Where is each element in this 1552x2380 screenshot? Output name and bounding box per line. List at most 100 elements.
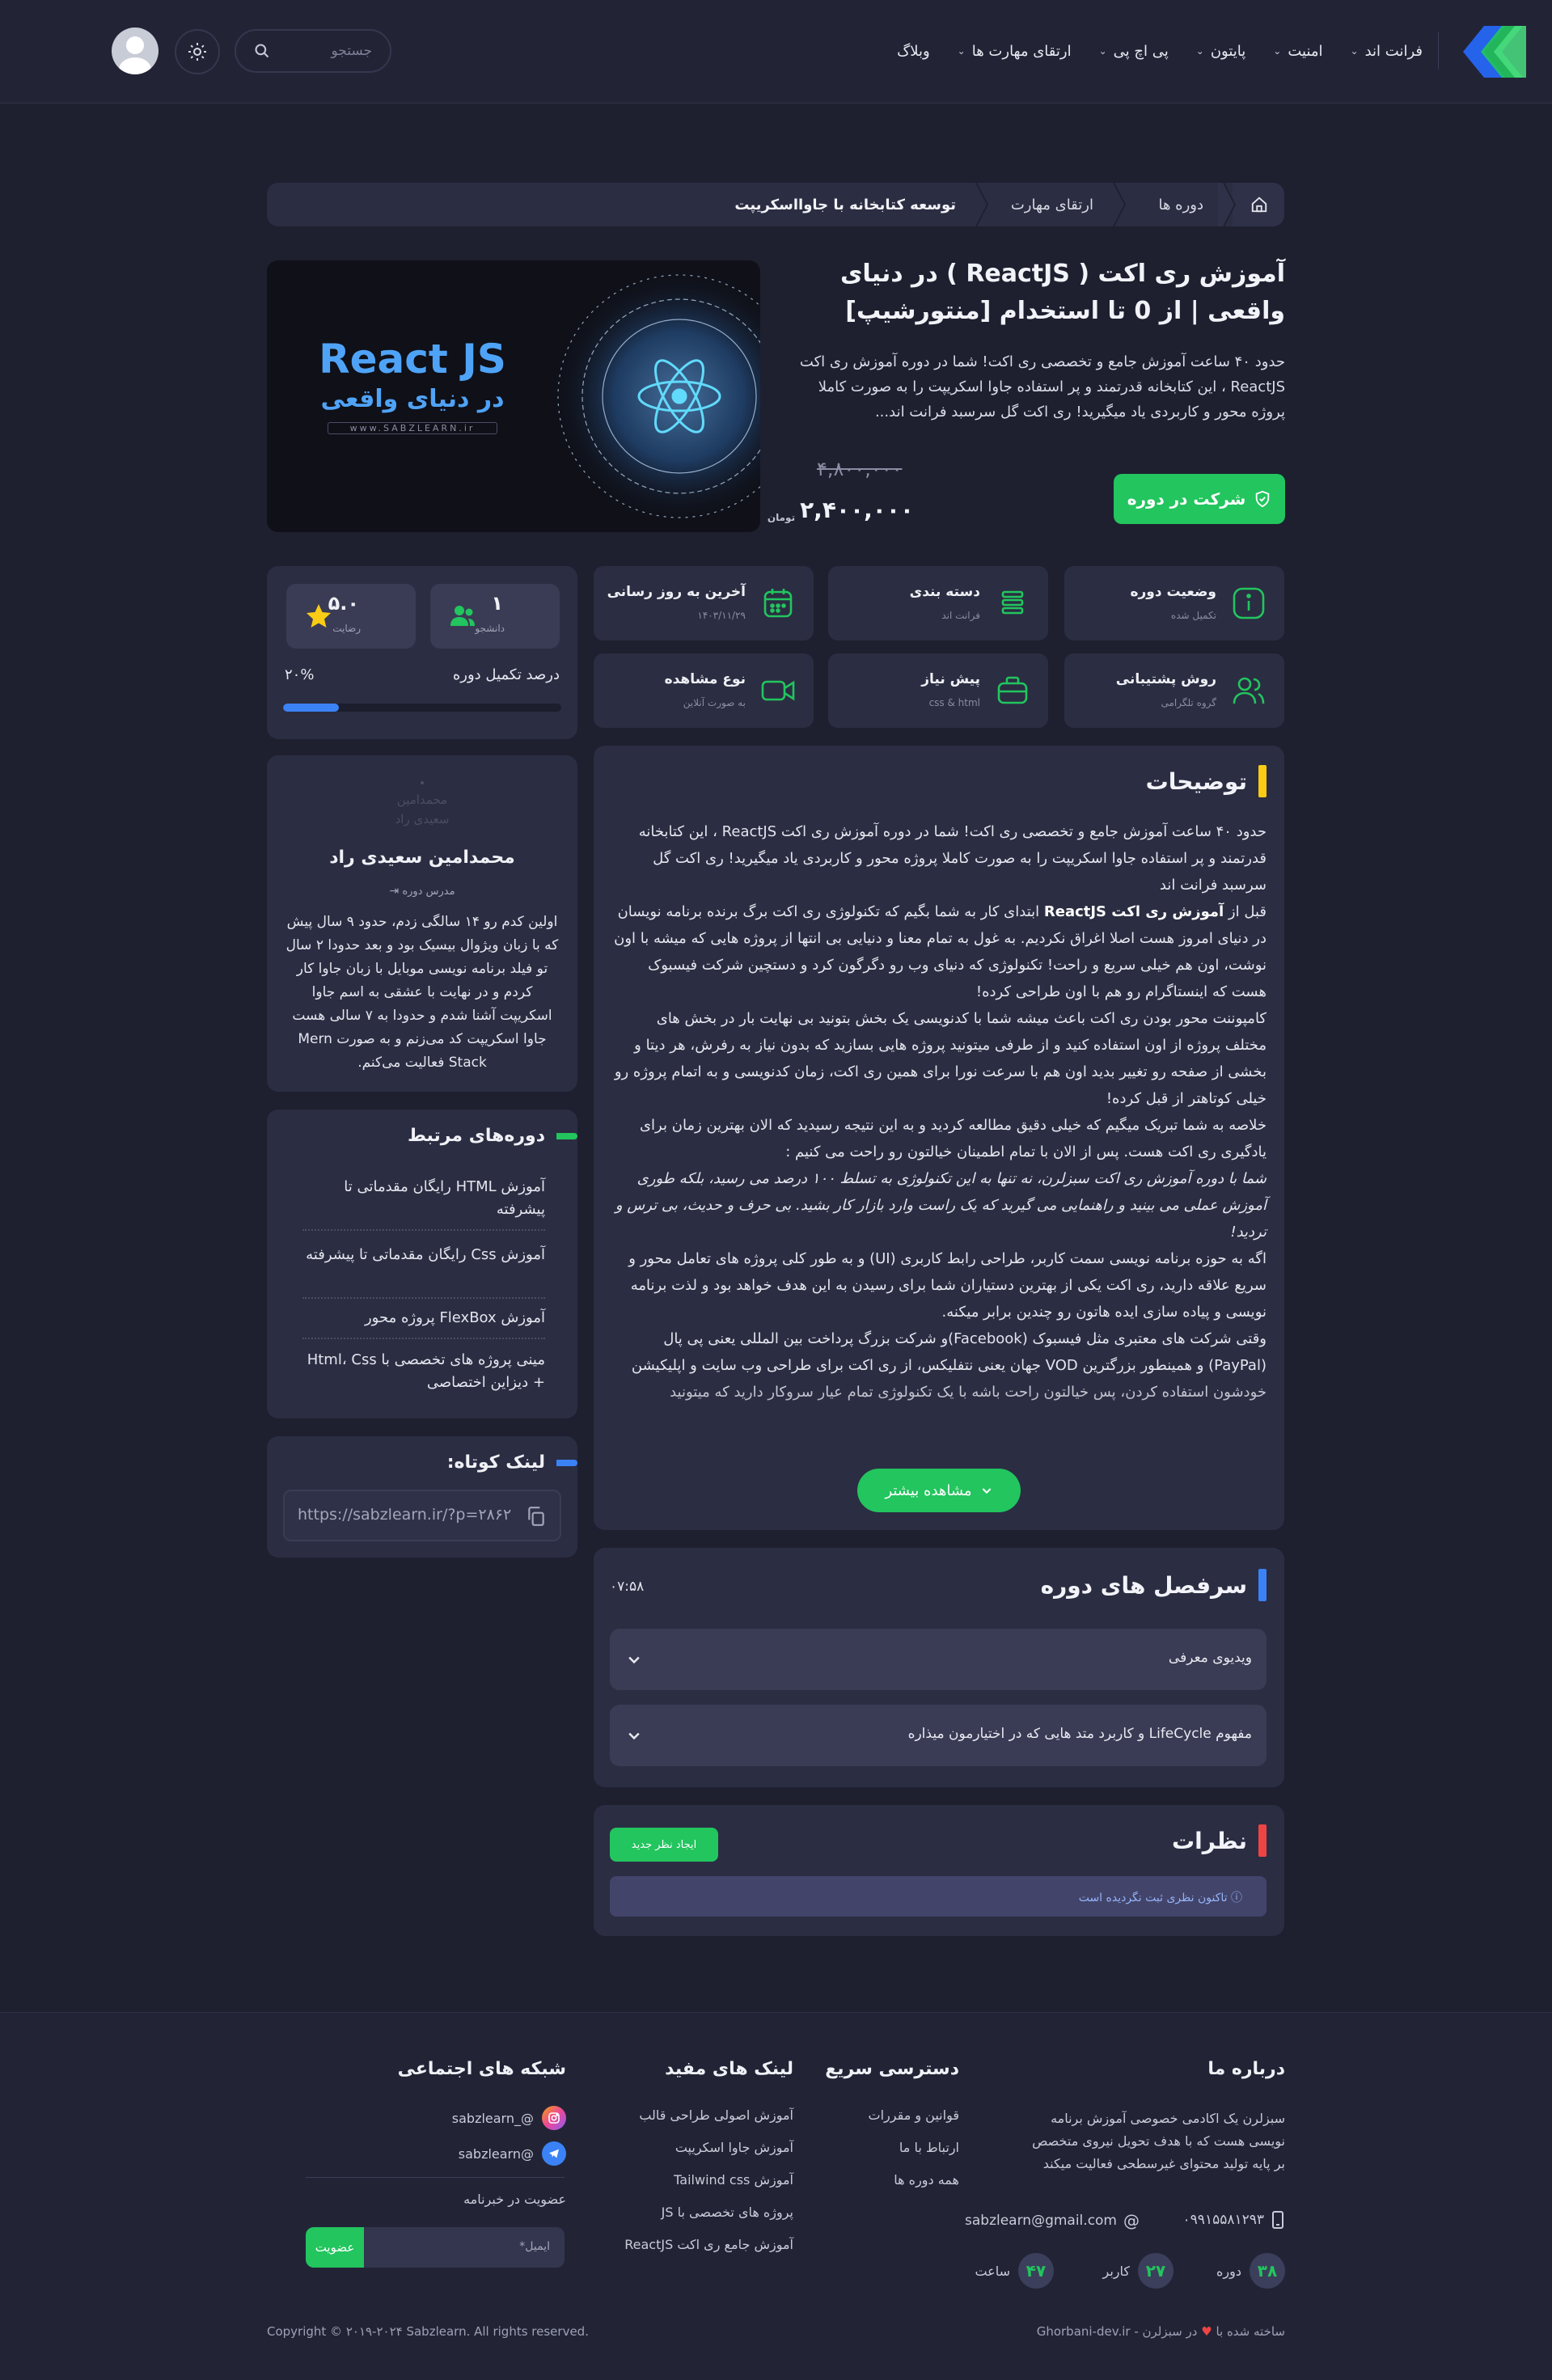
nav-label: امنیت <box>1288 42 1323 60</box>
newsletter-form: ایمیل* عضویت <box>306 2227 565 2268</box>
progress-bar-fill <box>283 704 339 712</box>
sabzlearn-logo[interactable] <box>1448 19 1537 84</box>
user-avatar[interactable] <box>112 27 159 74</box>
top-navbar: فرانت اند ⌄ امنیت ⌄ پایتون ⌄ پی اچ پی ⌄ ارتق… <box>0 0 1552 104</box>
nav-item-python[interactable]: پایتون ⌄ <box>1196 43 1246 60</box>
footer-phone-number: ۰۹۹۱۵۵۸۱۲۹۳ <box>1182 2212 1264 2228</box>
currency-label: تومان <box>767 512 796 523</box>
newsletter-subscribe-button[interactable]: عضویت <box>306 2227 364 2268</box>
new-price-value: ۲,۴۰۰,۰۰۰ <box>800 497 914 523</box>
footer-useful-title: لینک های مفید <box>665 2059 793 2079</box>
banner-url: www.SABZLEARN.ir <box>328 422 497 434</box>
description-title: توضیحات <box>1145 767 1247 795</box>
footer-link[interactable]: آموزش اصولی طراحی قالب <box>639 2107 793 2123</box>
new-comment-button[interactable]: ایجاد نظر جدید <box>610 1828 718 1862</box>
made-by-credit: ساخته شده با ♥ در سبزلرن - Ghorbani-dev.… <box>1037 2324 1285 2339</box>
chevron-down-icon <box>628 1732 640 1740</box>
related-courses-panel: دوره‌های مرتبط آموزش HTML رایگان مقدماتی… <box>267 1110 577 1418</box>
star-icon <box>307 604 331 628</box>
info-card-value: css & html <box>928 697 980 708</box>
nav-label: فرانت اند <box>1364 42 1423 60</box>
enroll-label: شرکت در دوره <box>1127 489 1246 509</box>
footer-stat-label: کاربر <box>1102 2263 1131 2279</box>
footer-stat-label: دوره <box>1216 2263 1241 2279</box>
footer-email-address: sabzlearn@gmail.com <box>965 2213 1117 2229</box>
footer-link[interactable]: پروژه های تخصصی با JS <box>662 2205 793 2220</box>
footer-link[interactable]: ارتباط با ما <box>899 2140 959 2155</box>
footer-phone[interactable]: ۰۹۹۱۵۵۸۱۲۹۳ <box>1183 2211 1285 2229</box>
breadcrumb-home[interactable] <box>1233 183 1284 226</box>
instagram-link[interactable]: sabzlearn_@ <box>452 2106 566 2130</box>
short-link-panel: لینک کوتاه: https://sabzlearn.ir/?p=۲۸۶۲ <box>267 1436 577 1558</box>
teacher-name[interactable]: محمدامین سعیدی راد <box>267 848 577 868</box>
shield-check-icon <box>1256 490 1270 508</box>
related-courses-title: دوره‌های مرتبط <box>407 1126 545 1146</box>
info-card-title: نوع مشاهده <box>664 671 746 687</box>
chevron-down-icon: ⌄ <box>957 45 966 57</box>
course-chapters-panel: سرفصل های دوره ۰۷:۵۸ ویدیوی معرفی مفهوم … <box>594 1548 1284 1787</box>
description-paragraph: شما با دوره آموزش ری اکت سبزلرن، نه تنها… <box>615 1170 1267 1241</box>
related-course-link[interactable]: آموزش Css رایگان مقدماتی تا پیشرفته <box>291 1244 545 1266</box>
chapter-accordion[interactable]: مفهوم LifeCycle و کاربرد متد هایی که در … <box>610 1705 1267 1766</box>
theme-toggle-button[interactable] <box>175 29 220 74</box>
layers-icon <box>1001 590 1024 615</box>
banner-text: React JS در دنیای واقعی www.SABZLEARN.ir <box>315 336 510 434</box>
related-course-link[interactable]: آموزش HTML رایگان مقدماتی تا پیشرفته <box>291 1176 545 1221</box>
search-input[interactable]: جستجو <box>235 29 391 73</box>
footer-link[interactable]: همه دوره ها <box>894 2172 959 2188</box>
chapter-title: مفهوم LifeCycle و کاربرد متد هایی که در … <box>907 1726 1252 1742</box>
info-card-title: وضعیت دوره <box>1130 584 1216 600</box>
chevron-down-icon: ⌄ <box>1350 45 1359 57</box>
sun-icon <box>188 43 206 61</box>
chapter-accordion[interactable]: ویدیوی معرفی <box>610 1629 1267 1690</box>
short-link-field[interactable]: https://sabzlearn.ir/?p=۲۸۶۲ <box>283 1490 561 1541</box>
copy-icon[interactable] <box>526 1506 547 1527</box>
footer-about-title: درباره ما <box>1207 2059 1285 2079</box>
nav-item-frontend[interactable]: فرانت اند ⌄ <box>1351 43 1423 60</box>
nav-item-skills[interactable]: ارتقای مهارت ها ⌄ <box>958 43 1072 60</box>
related-course-link[interactable]: آموزش FlexBox پروژه محور <box>291 1307 545 1330</box>
footer-about-text: سبزلرن یک اکادمی خصوصی آموزش برنامه نویس… <box>1032 2111 1285 2171</box>
info-card-value: فرانت اند <box>941 610 980 621</box>
breadcrumb-item[interactable]: دوره ها <box>1158 183 1203 226</box>
footer-link[interactable]: آموزش جامع ری اکت ReactJS <box>624 2237 793 2252</box>
info-card-title: دسته بندی <box>909 584 980 600</box>
divider <box>302 1297 545 1299</box>
nav-item-security[interactable]: امنیت ⌄ <box>1273 43 1322 60</box>
footer-link[interactable]: آموزش Tailwind css <box>674 2172 793 2188</box>
progress-bar <box>283 704 561 712</box>
heading-accent-bar <box>1258 1569 1267 1601</box>
footer-stat-users: ۲۷ کاربر <box>1103 2253 1174 2289</box>
teacher-photo-alt: محمدامین <box>396 793 448 807</box>
banner-subtitle: در دنیای واقعی <box>320 385 505 413</box>
breadcrumb: دوره ها ارتقای مهارت توسعه کتابخانه با ج… <box>267 183 1284 226</box>
heading-accent-bar <box>1258 765 1267 797</box>
rating-label: رضایت <box>332 623 361 634</box>
newsletter-label: عضویت در خبرنامه <box>463 2192 566 2207</box>
telegram-link[interactable]: sabzlearn@ <box>459 2141 566 2166</box>
footer-link[interactable]: قوانین و مقررات <box>869 2107 959 2123</box>
made-by-link[interactable]: در سبزلرن - Ghorbani-dev.ir <box>1037 2324 1198 2339</box>
description-body: حدود ۴۰ ساعت آموزش جامع و تخصصی ری اکت! … <box>611 818 1267 1406</box>
footer-email[interactable]: @ sabzlearn@gmail.com <box>965 2211 1140 2230</box>
teacher-role-label: مدرس دوره <box>402 886 455 898</box>
new-price: ۲,۴۰۰,۰۰۰ تومان <box>768 497 914 523</box>
short-link-title: لینک کوتاه: <box>446 1452 545 1473</box>
heading-accent-bar <box>1258 1824 1267 1857</box>
nav-item-blog[interactable]: وبلاگ <box>897 43 930 60</box>
info-card-value: ۱۴۰۳/۱۱/۲۹ <box>697 610 746 621</box>
short-link-heading: لینک کوتاه: <box>447 1452 577 1473</box>
chapters-title: سرفصل های دوره <box>1040 1571 1247 1599</box>
footer-stat-value: ۳۸ <box>1250 2253 1285 2289</box>
info-card-category: دسته بندی فرانت اند <box>828 566 1048 640</box>
newsletter-email-input[interactable]: ایمیل* <box>519 2240 550 2253</box>
show-more-button[interactable]: مشاهده بیشتر <box>857 1469 1021 1512</box>
footer-link[interactable]: آموزش جاوا اسکریپت <box>675 2140 793 2155</box>
chevron-down-icon <box>982 1488 991 1494</box>
related-course-link[interactable]: مینی پروژه های تخصصی با Html، Css + دیزا… <box>291 1349 545 1394</box>
breadcrumb-item[interactable]: ارتقای مهارت <box>1011 183 1093 226</box>
enroll-button[interactable]: شرکت در دوره <box>1114 474 1285 524</box>
at-icon: @ <box>1123 2211 1140 2230</box>
empty-comments-alert: ⓘ تاکنون نظری ثبت نگردیده است <box>610 1876 1267 1917</box>
nav-item-php[interactable]: پی اچ پی ⌄ <box>1099 43 1169 60</box>
